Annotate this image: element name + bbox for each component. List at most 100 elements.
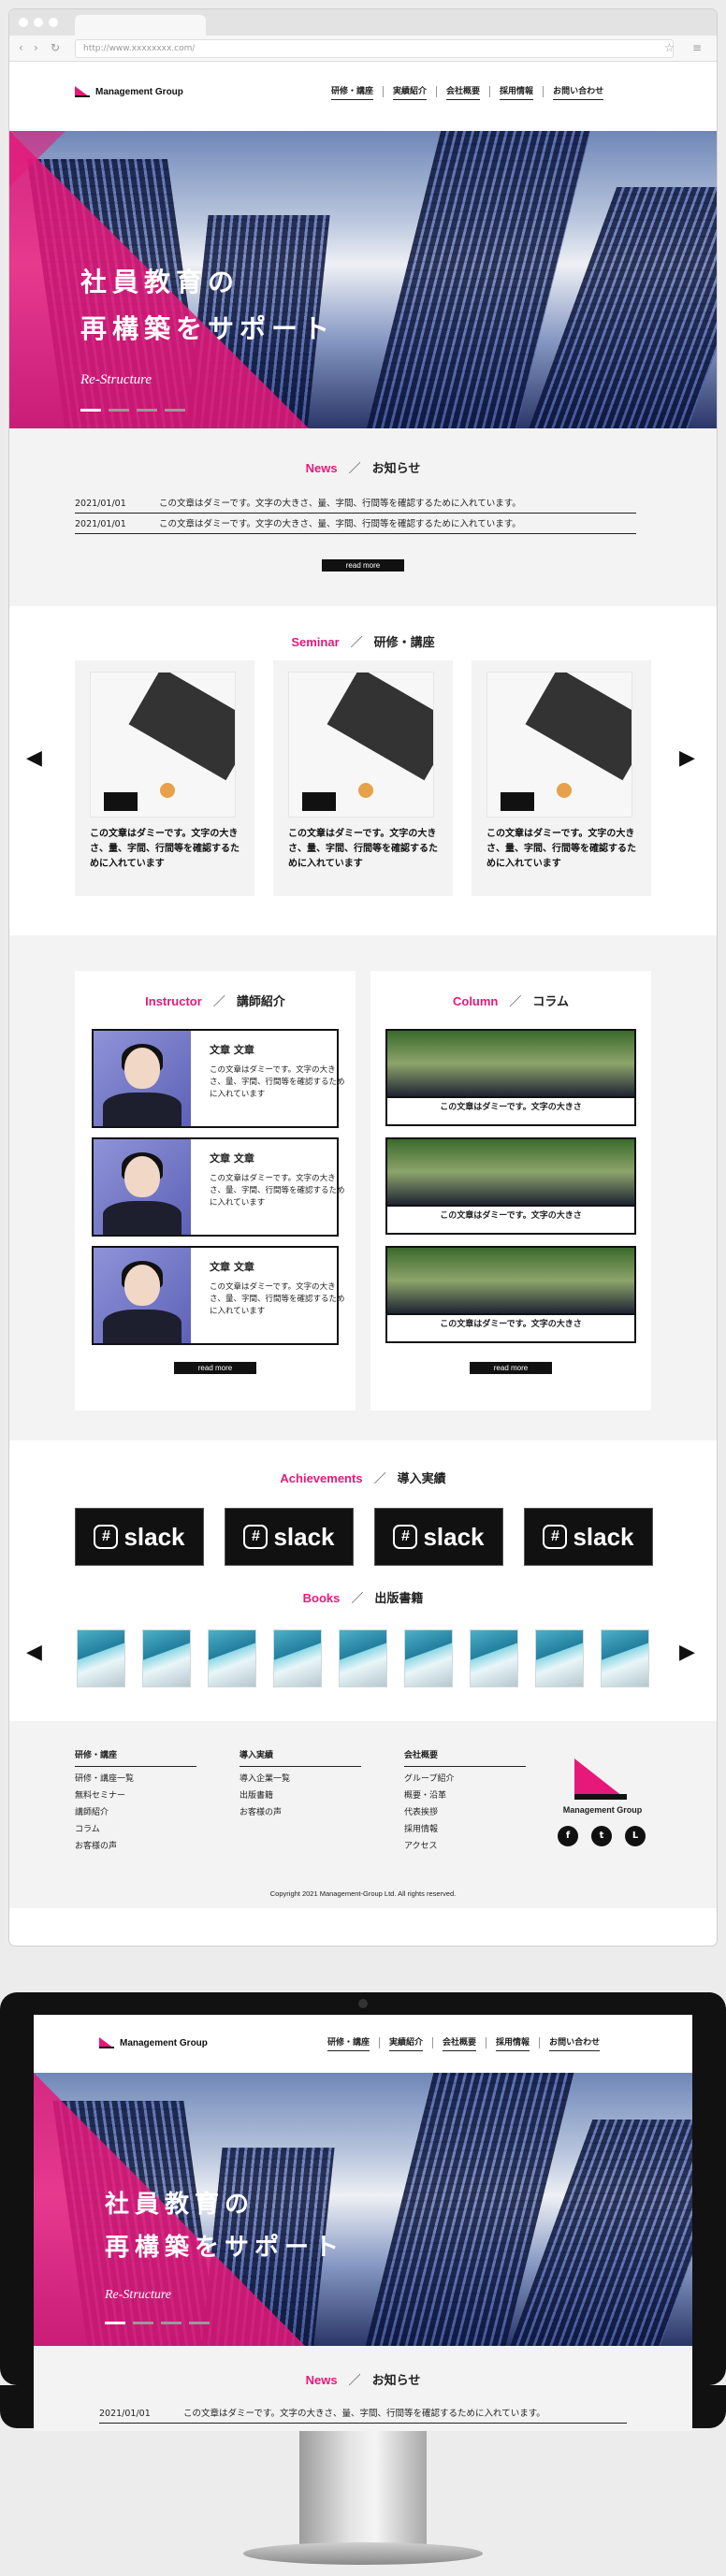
instructor-card[interactable]: 文章 文章 この文章はダミーです。文字の大きさ、量、字間、行間等を確認するために… bbox=[92, 1029, 345, 1128]
book-cover[interactable] bbox=[339, 1629, 387, 1687]
site-logo[interactable]: Management Group bbox=[99, 2037, 208, 2048]
instructor-title: Instructor ／講師紹介 bbox=[145, 994, 285, 1009]
news-text: この文章はダミーです。文字の大きさ、量、字間、行間等を確認するために入れています… bbox=[159, 499, 521, 509]
book-cover[interactable] bbox=[142, 1629, 191, 1687]
footer-link[interactable]: 講師紹介 bbox=[75, 1804, 196, 1821]
browser-tab[interactable] bbox=[75, 15, 206, 36]
nav-item-company[interactable]: 会社概要 bbox=[433, 2037, 487, 2051]
news-item[interactable]: 2021/01/01 この文章はダミーです。文字の大きさ、量、字間、行間等を確認す… bbox=[99, 2406, 627, 2424]
footer-link[interactable]: 採用情報 bbox=[404, 1821, 526, 1838]
bookmark-star-icon[interactable]: ☆ bbox=[664, 41, 675, 54]
column-photo bbox=[387, 1248, 634, 1313]
footer-link[interactable]: お客様の声 bbox=[240, 1804, 361, 1821]
footer-link[interactable]: グループ紹介 bbox=[404, 1771, 526, 1787]
book-cover[interactable] bbox=[470, 1629, 518, 1687]
news-item[interactable]: 2021/01/01 この文章はダミーです。文字の大きさ、量、字間、行間等を確認す… bbox=[75, 496, 636, 514]
hero-slider: 社員教育の 再構築をサポート Re-Structure bbox=[34, 2073, 692, 2346]
address-bar[interactable]: http://www.xxxxxxxx.com/ bbox=[75, 39, 674, 58]
seminar-card[interactable]: この文章はダミーです。文字の大きさ、量、字間、行間等を確認するために入れています bbox=[273, 660, 453, 896]
logo-text: Management Group bbox=[95, 86, 183, 97]
seminar-title: Seminar ／研修・講座 bbox=[291, 635, 435, 650]
hero-headline-line1: 社員教育の bbox=[105, 2191, 255, 2219]
nav-item-contact[interactable]: お問い合わせ bbox=[544, 86, 613, 100]
slider-dots[interactable] bbox=[105, 2322, 210, 2324]
slider-dot bbox=[105, 2322, 125, 2324]
seminar-prev-arrow-icon[interactable]: ◀ bbox=[26, 746, 42, 770]
instructor-card[interactable]: 文章 文章 この文章はダミーです。文字の大きさ、量、字間、行間等を確認するために… bbox=[92, 1246, 345, 1345]
slack-hash-icon: # bbox=[243, 1525, 269, 1549]
instructor-name: 文章 文章 bbox=[210, 1261, 254, 1273]
browser-tabbar bbox=[9, 9, 717, 36]
twitter-icon[interactable]: t bbox=[591, 1826, 612, 1846]
browser-window: ‹ › ↻ http://www.xxxxxxxx.com/ ☆ ≡ Manag… bbox=[9, 9, 717, 1946]
column-card[interactable]: この文章はダミーです。文字の大きさ bbox=[385, 1137, 636, 1235]
logo-mark-icon bbox=[99, 2037, 114, 2048]
book-cover[interactable] bbox=[404, 1629, 453, 1687]
close-dot-icon[interactable] bbox=[19, 18, 28, 27]
slack-logo[interactable]: # slack bbox=[75, 1508, 204, 1566]
books-title: Books ／出版書籍 bbox=[302, 1591, 424, 1606]
footer-link[interactable]: 出版書籍 bbox=[240, 1787, 361, 1804]
instructor-card[interactable]: 文章 文章 この文章はダミーです。文字の大きさ、量、字間、行間等を確認するために… bbox=[92, 1137, 345, 1237]
news-read-more-button[interactable]: read more bbox=[322, 559, 404, 572]
footer-logo-mark-icon bbox=[574, 1758, 627, 1800]
site-logo[interactable]: Management Group bbox=[75, 86, 183, 97]
nav-item-achievements[interactable]: 実績紹介 bbox=[384, 86, 438, 100]
book-cover[interactable] bbox=[77, 1629, 125, 1687]
footer-link[interactable]: 概要・沿革 bbox=[404, 1787, 526, 1804]
instructor-photo bbox=[94, 1139, 191, 1235]
hero-slider: 社員教育の 再構築をサポート Re-Structure bbox=[9, 131, 717, 428]
nav-item-company[interactable]: 会社概要 bbox=[437, 86, 491, 100]
nav-item-seminar[interactable]: 研修・講座 bbox=[318, 2037, 381, 2051]
column-card[interactable]: この文章はダミーです。文字の大きさ bbox=[385, 1246, 636, 1343]
monitor-stand bbox=[299, 2424, 427, 2546]
browser-toolbar: ‹ › ↻ http://www.xxxxxxxx.com/ ☆ ≡ bbox=[9, 36, 717, 62]
nav-item-achievements[interactable]: 実績紹介 bbox=[380, 2037, 434, 2051]
footer-link[interactable]: 研修・講座一覧 bbox=[75, 1771, 196, 1787]
menu-icon[interactable]: ≡ bbox=[692, 41, 702, 54]
footer-link[interactable]: 無料セミナー bbox=[75, 1787, 196, 1804]
back-icon[interactable]: ‹ bbox=[19, 41, 23, 54]
slider-dots[interactable] bbox=[80, 409, 185, 412]
footer-link[interactable]: コラム bbox=[75, 1821, 196, 1838]
footer-col-company: 会社概要 グループ紹介 概要・沿革 代表挨拶 採用情報 アクセス bbox=[404, 1747, 526, 1855]
nav-item-seminar[interactable]: 研修・講座 bbox=[322, 86, 385, 100]
seminar-card-text: この文章はダミーです。文字の大きさ、量、字間、行間等を確認するために入れています bbox=[288, 829, 438, 869]
news-date: 2021/01/01 bbox=[75, 499, 126, 509]
book-cover[interactable] bbox=[535, 1629, 584, 1687]
news-item[interactable]: 2021/01/01 この文章はダミーです。文字の大きさ、量、字間、行間等を確認す… bbox=[75, 516, 636, 534]
nav-item-recruit[interactable]: 採用情報 bbox=[490, 86, 544, 100]
column-card[interactable]: この文章はダミーです。文字の大きさ bbox=[385, 1029, 636, 1126]
books-prev-arrow-icon[interactable]: ◀ bbox=[26, 1641, 42, 1664]
line-icon[interactable]: L bbox=[625, 1826, 646, 1846]
forward-icon[interactable]: › bbox=[34, 41, 38, 54]
column-read-more-button[interactable]: read more bbox=[470, 1362, 552, 1374]
instructor-name: 文章 文章 bbox=[210, 1152, 254, 1165]
minimize-dot-icon[interactable] bbox=[34, 18, 43, 27]
slack-logo[interactable]: # slack bbox=[524, 1508, 653, 1566]
logo-text: Management Group bbox=[120, 2037, 208, 2048]
book-cover[interactable] bbox=[208, 1629, 256, 1687]
instructor-read-more-button[interactable]: read more bbox=[174, 1362, 256, 1374]
maximize-dot-icon[interactable] bbox=[49, 18, 58, 27]
footer-link[interactable]: 代表挨拶 bbox=[404, 1804, 526, 1821]
footer-link[interactable]: 導入企業一覧 bbox=[240, 1771, 361, 1787]
slider-dot bbox=[137, 409, 157, 412]
nav-item-recruit[interactable]: 採用情報 bbox=[486, 2037, 541, 2051]
slack-logo[interactable]: # slack bbox=[374, 1508, 503, 1566]
books-next-arrow-icon[interactable]: ▶ bbox=[679, 1641, 695, 1664]
book-cover[interactable] bbox=[273, 1629, 322, 1687]
hero-headline-line2: 再構築をサポート bbox=[80, 313, 336, 344]
book-cover[interactable] bbox=[601, 1629, 649, 1687]
footer-link[interactable]: お客様の声 bbox=[75, 1838, 196, 1855]
footer-link[interactable]: アクセス bbox=[404, 1838, 526, 1855]
reload-icon[interactable]: ↻ bbox=[51, 41, 60, 54]
seminar-card[interactable]: この文章はダミーです。文字の大きさ、量、字間、行間等を確認するために入れています bbox=[472, 660, 651, 896]
slack-logo[interactable]: # slack bbox=[225, 1508, 354, 1566]
seminar-next-arrow-icon[interactable]: ▶ bbox=[679, 746, 695, 770]
nav-item-contact[interactable]: お問い合わせ bbox=[540, 2037, 609, 2051]
facebook-icon[interactable]: f bbox=[558, 1826, 578, 1846]
seminar-card[interactable]: この文章はダミーです。文字の大きさ、量、字間、行間等を確認するために入れています bbox=[75, 660, 254, 896]
hero-subtitle: Re-Structure bbox=[105, 2288, 172, 2302]
news-section: News ／お知らせ 2021/01/01 この文章はダミーです。文字の大きさ、量、… bbox=[34, 2346, 692, 2431]
